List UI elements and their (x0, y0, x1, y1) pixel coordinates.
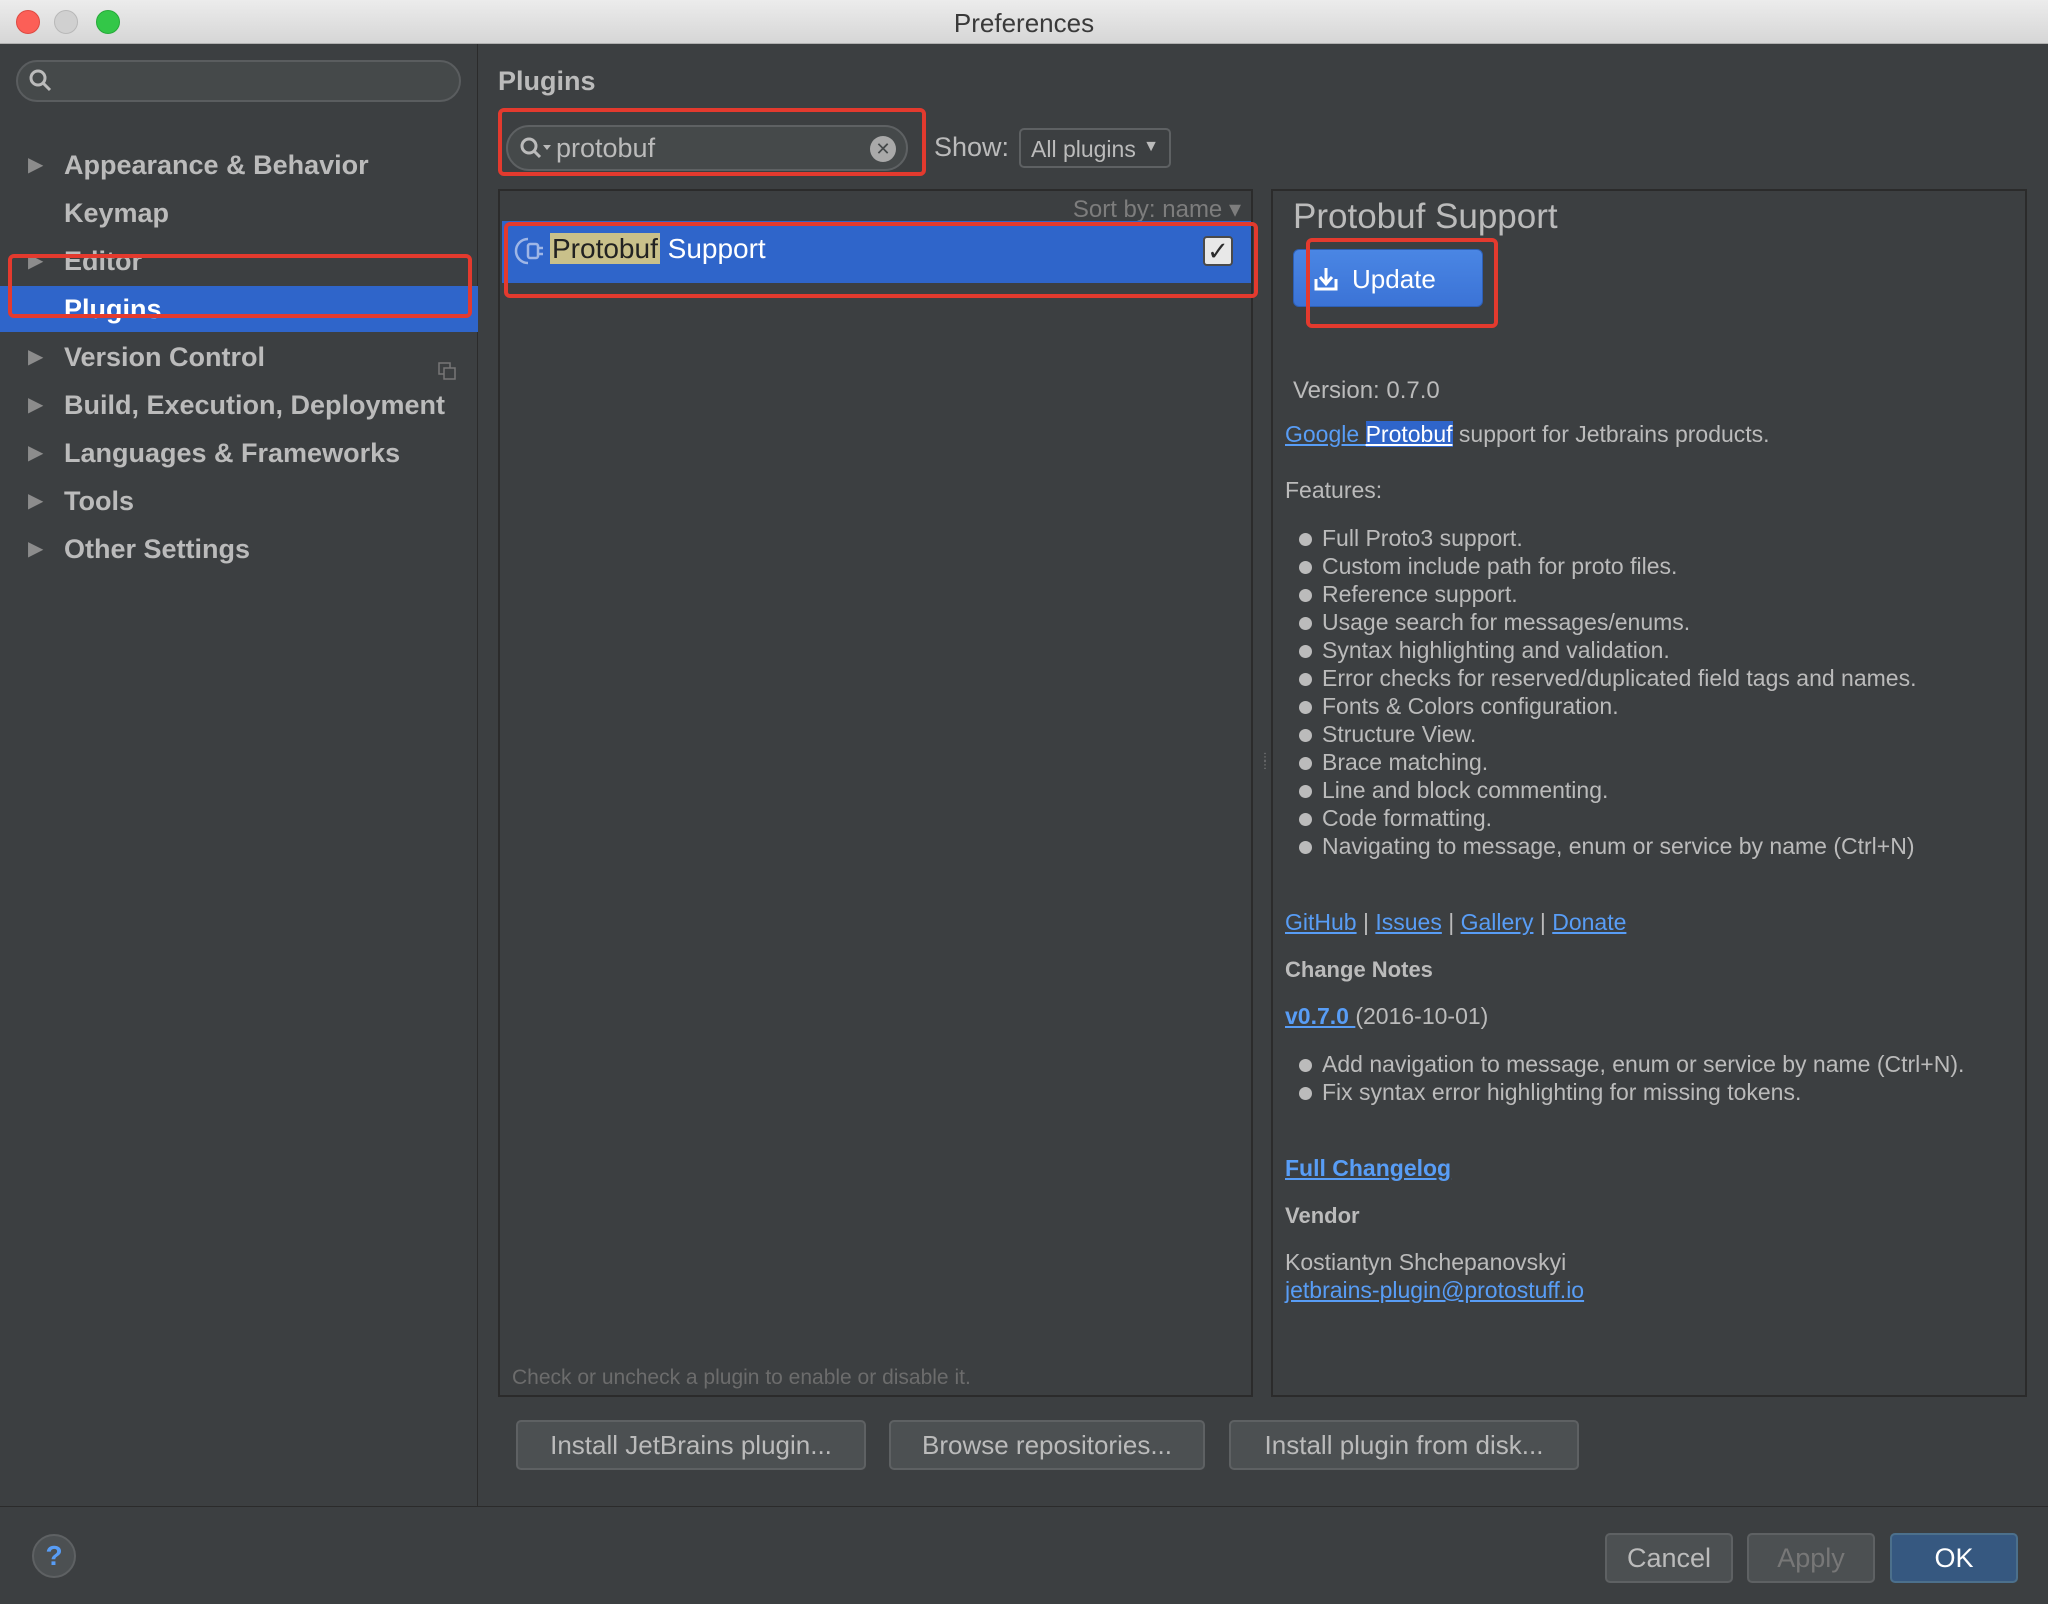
vendor-email-link[interactable]: jetbrains-plugin@protostuff.io (1285, 1277, 1584, 1303)
plugin-list-item[interactable]: Protobuf Support ✓ (502, 221, 1251, 283)
change-version: v0.7.0 (2016-10-01) (1285, 1003, 1489, 1029)
github-link[interactable]: GitHub (1285, 909, 1357, 935)
plugin-search-value: protobuf (556, 133, 656, 163)
expand-arrow-icon[interactable]: ▶ (28, 430, 43, 476)
show-filter-label: Show: (934, 132, 1010, 162)
apply-button[interactable]: Apply (1747, 1533, 1875, 1583)
window-title: Preferences (953, 8, 1095, 38)
cancel-button[interactable]: Cancel (1605, 1533, 1733, 1583)
sort-by-dropdown[interactable]: Sort by: name ▾ (1073, 195, 1241, 224)
plugins-page: Plugins protobuf ✕ Show: All plugins ▼ S… (479, 44, 2048, 1506)
expand-arrow-icon[interactable]: ▶ (28, 334, 43, 380)
search-icon (518, 135, 554, 168)
sidebar-item-appearance-behavior[interactable]: ▶ Appearance & Behavior (0, 142, 478, 188)
vendor-name: Kostiantyn Shchepanovskyi (1285, 1249, 1567, 1275)
plugin-icon (514, 235, 544, 272)
clear-search-icon[interactable]: ✕ (870, 136, 896, 162)
plugin-links: GitHub | Issues | Gallery | Donate (1285, 909, 1627, 935)
feature-item: Syntax highlighting and validation. (1285, 637, 1670, 664)
issues-link[interactable]: Issues (1375, 909, 1441, 935)
gallery-link[interactable]: Gallery (1461, 909, 1534, 935)
feature-item: Structure View. (1285, 721, 1476, 748)
plugin-version: Version: 0.7.0 (1293, 377, 1440, 404)
plugin-detail-title: Protobuf Support (1293, 197, 1558, 236)
expand-arrow-icon[interactable]: ▶ (28, 382, 43, 428)
donate-link[interactable]: Donate (1552, 909, 1626, 935)
feature-item: Code formatting. (1285, 805, 1492, 832)
footer-divider (0, 1506, 2048, 1507)
full-changelog-link[interactable]: Full Changelog (1285, 1155, 1451, 1181)
plugin-details: Protobuf Support Update Version: 0.7.0 G… (1271, 189, 2027, 1397)
install-plugin-from-disk-button[interactable]: Install plugin from disk... (1229, 1420, 1579, 1470)
feature-item: Full Proto3 support. (1285, 525, 1523, 552)
feature-item: Reference support. (1285, 581, 1518, 608)
vendor-heading: Vendor (1285, 1203, 1360, 1228)
full-changelog: Full Changelog (1285, 1155, 1451, 1182)
google-link[interactable]: Google (1285, 421, 1366, 447)
ok-button[interactable]: OK (1890, 1533, 2018, 1583)
settings-sidebar: ▶ Appearance & Behavior Keymap ▶ Editor … (0, 44, 478, 1506)
feature-item: Brace matching. (1285, 749, 1488, 776)
chevron-down-icon: ▼ (1143, 138, 1159, 155)
page-title: Plugins (498, 66, 596, 96)
sidebar-item-tools[interactable]: ▶ Tools (0, 478, 478, 524)
sidebar-item-editor[interactable]: ▶ Editor (0, 238, 478, 284)
plugin-search-input[interactable]: protobuf ✕ (506, 125, 908, 171)
plugin-description: Google Protobuf support for Jetbrains pr… (1285, 421, 1770, 447)
show-filter-dropdown[interactable]: All plugins ▼ (1019, 128, 1171, 168)
feature-item: Usage search for messages/enums. (1285, 609, 1690, 636)
features-heading: Features: (1285, 477, 1383, 503)
install-jetbrains-plugin-button[interactable]: Install JetBrains plugin... (516, 1420, 866, 1470)
update-button[interactable]: Update (1293, 249, 1483, 307)
sidebar-item-other-settings[interactable]: ▶ Other Settings (0, 526, 478, 572)
plugin-enabled-checkbox[interactable]: ✓ (1203, 236, 1233, 266)
feature-item: Error checks for reserved/duplicated fie… (1285, 665, 1916, 692)
download-icon (1312, 265, 1340, 300)
settings-search-input[interactable] (16, 60, 461, 102)
change-item: Fix syntax error highlighting for missin… (1285, 1079, 1801, 1106)
expand-arrow-icon[interactable]: ▶ (28, 478, 43, 524)
plugin-hint-text: Check or uncheck a plugin to enable or d… (512, 1366, 971, 1389)
change-item: Add navigation to message, enum or servi… (1285, 1051, 1964, 1078)
search-icon (28, 68, 54, 99)
sidebar-item-languages-frameworks[interactable]: ▶ Languages & Frameworks (0, 430, 478, 476)
expand-arrow-icon[interactable]: ▶ (28, 238, 43, 284)
feature-item: Line and block commenting. (1285, 777, 1608, 804)
version-link[interactable]: v0.7.0 (1285, 1003, 1355, 1029)
vendor-email: jetbrains-plugin@protostuff.io (1285, 1277, 1584, 1304)
feature-item: Fonts & Colors configuration. (1285, 693, 1619, 720)
panel-splitter-handle[interactable]: ⋮ ⋮ (1260, 753, 1270, 786)
sidebar-item-version-control[interactable]: ▶ Version Control (0, 334, 478, 380)
expand-arrow-icon[interactable]: ▶ (28, 526, 43, 572)
title-bar: Preferences (0, 0, 2048, 44)
sidebar-item-build-execution-deployment[interactable]: ▶ Build, Execution, Deployment (0, 382, 478, 428)
protobuf-link[interactable]: Protobuf (1365, 421, 1453, 447)
feature-item: Navigating to message, enum or service b… (1285, 833, 1915, 860)
expand-arrow-icon[interactable]: ▶ (28, 142, 43, 188)
sidebar-item-plugins[interactable]: Plugins (0, 286, 478, 332)
plugin-name: Protobuf Support (550, 233, 766, 264)
sidebar-item-keymap[interactable]: Keymap (0, 190, 478, 236)
help-button[interactable]: ? (32, 1534, 76, 1578)
browse-repositories-button[interactable]: Browse repositories... (889, 1420, 1205, 1470)
plugin-list: Sort by: name ▾ Protobuf Support ✓ (498, 189, 1253, 1397)
project-settings-icon (438, 348, 456, 380)
feature-item: Custom include path for proto files. (1285, 553, 1677, 580)
change-notes-heading: Change Notes (1285, 957, 1433, 982)
